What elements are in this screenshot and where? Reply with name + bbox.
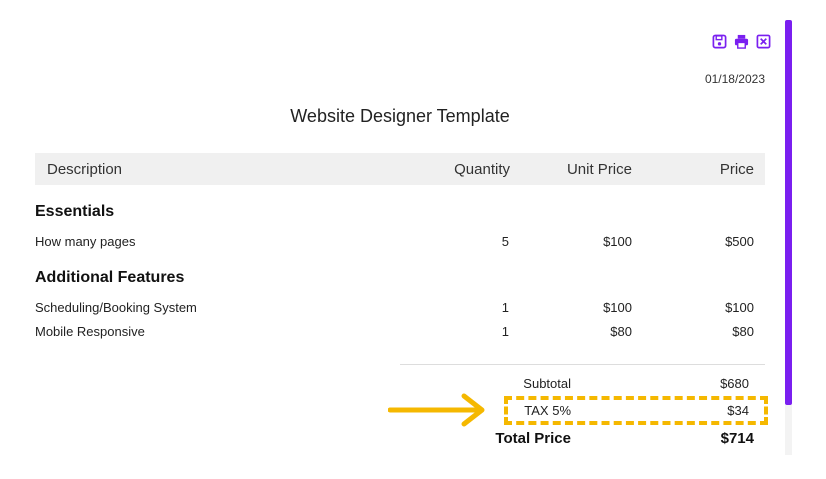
document-date: 01/18/2023 xyxy=(704,72,765,86)
table-row: Scheduling/Booking System 1 $100 $100 xyxy=(35,300,765,318)
summary-divider xyxy=(400,364,765,365)
scrollbar-thumb[interactable] xyxy=(785,20,792,405)
tax-highlight-box xyxy=(504,396,768,425)
section-title-essentials: Essentials xyxy=(35,203,115,220)
close-icon[interactable] xyxy=(755,33,771,49)
total-label: Total Price xyxy=(495,430,571,447)
row-quantity: 1 xyxy=(501,300,509,315)
subtotal-label: Subtotal xyxy=(523,376,571,391)
row-price: $80 xyxy=(732,324,754,339)
row-quantity: 5 xyxy=(501,234,509,249)
header-price: Price xyxy=(719,161,754,178)
subtotal-row: Subtotal $680 xyxy=(400,376,754,394)
table-header: Description Quantity Unit Price Price xyxy=(35,153,765,185)
arrow-right-icon xyxy=(388,393,485,427)
header-description: Description xyxy=(47,161,123,178)
table-row: Mobile Responsive 1 $80 $80 xyxy=(35,324,765,342)
row-description: How many pages xyxy=(35,234,136,249)
total-value: $714 xyxy=(720,430,754,447)
subtotal-value: $680 xyxy=(720,376,749,391)
row-unit-price: $80 xyxy=(610,324,632,339)
scrollbar-track[interactable] xyxy=(785,405,792,455)
print-icon[interactable] xyxy=(733,33,749,49)
header-quantity: Quantity xyxy=(454,161,510,178)
row-price: $100 xyxy=(725,300,754,315)
row-quantity: 1 xyxy=(501,324,509,339)
section-title-additional-features: Additional Features xyxy=(35,269,185,286)
row-unit-price: $100 xyxy=(603,300,632,315)
row-description: Scheduling/Booking System xyxy=(35,300,197,315)
header-unit-price: Unit Price xyxy=(566,161,632,178)
save-icon[interactable] xyxy=(711,33,727,49)
row-unit-price: $100 xyxy=(603,234,632,249)
row-price: $500 xyxy=(725,234,754,249)
row-description: Mobile Responsive xyxy=(35,324,145,339)
table-row: How many pages 5 $100 $500 xyxy=(35,234,765,252)
document-toolbar xyxy=(711,33,771,49)
document-title: Website Designer Template xyxy=(290,106,510,126)
